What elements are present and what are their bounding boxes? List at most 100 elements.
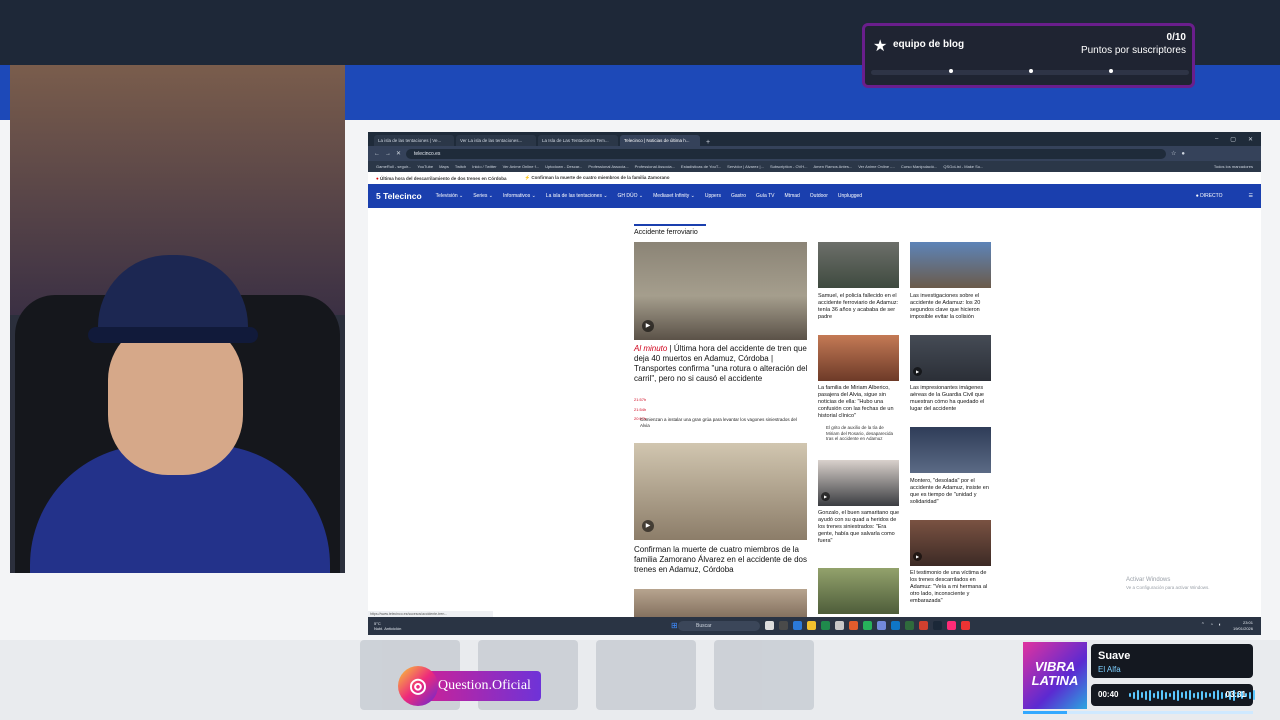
nav-series[interactable]: Series ⌄ <box>473 193 493 199</box>
card-image[interactable] <box>818 335 899 381</box>
telecinco-logo[interactable]: 5 Telecinco <box>376 191 422 201</box>
wave-bar <box>1145 690 1147 700</box>
card-headline[interactable]: Gonzalo, el buen samaritano que ayudó co… <box>818 510 902 545</box>
bookmark-item[interactable]: Inicio / Twitter <box>472 164 496 169</box>
live-update-text[interactable]: Comienzan a instalar una gran grúa para … <box>640 417 805 428</box>
app-icon[interactable] <box>919 621 928 630</box>
browser-tab[interactable]: La isla de las tentaciones | Ve... <box>374 135 454 146</box>
card-image[interactable] <box>910 242 991 288</box>
card-headline[interactable]: El testimonio de una víctima de los tren… <box>910 570 994 605</box>
directo-button[interactable]: ● DIRECTO <box>1196 193 1223 199</box>
main-news-image[interactable]: ▶ <box>634 242 807 340</box>
browser-tab-active[interactable]: Telecinco | Noticias de última h... <box>620 135 700 146</box>
weather-widget[interactable]: 5°C Nubl. Anticiclón <box>374 621 444 631</box>
bookmark-star-icon[interactable]: ☆ <box>1171 150 1176 157</box>
card-image[interactable]: ▶ <box>910 520 991 566</box>
nav-unplugged[interactable]: Unplugged <box>838 193 862 199</box>
bookmark-item[interactable]: YouTube <box>417 164 433 169</box>
card-headline[interactable]: Las investigaciones sobre el accidente d… <box>910 293 994 321</box>
card-image[interactable] <box>818 568 899 614</box>
nav-uppers[interactable]: Uppers <box>705 193 721 199</box>
main-headline[interactable]: Al minuto | Última hora del accidente de… <box>634 344 809 384</box>
nav-television[interactable]: Televisión ⌄ <box>436 193 464 199</box>
app-icon[interactable] <box>765 621 774 630</box>
card-headline[interactable]: Montero, "desolada" por el accidente de … <box>910 478 994 506</box>
play-icon[interactable]: ▶ <box>913 552 922 561</box>
bookmark-item[interactable]: Servidor | Alvarez |... <box>727 164 764 169</box>
second-headline[interactable]: Confirman la muerte de cuatro miembros d… <box>634 545 809 575</box>
play-icon[interactable]: ▶ <box>642 320 654 332</box>
browser-tab[interactable]: Ver La isla de las tentaciones... <box>456 135 536 146</box>
bookmark-item[interactable]: Amen Ramos Antes... <box>814 164 853 169</box>
url-input[interactable]: telecinco.es <box>406 148 1167 159</box>
app-icon[interactable] <box>961 621 970 630</box>
card-image[interactable]: ▶ <box>818 460 899 506</box>
ticker-item[interactable]: ● Última hora del descarrilamiento de do… <box>376 176 507 181</box>
bookmark-item[interactable]: Professional Associa... <box>588 164 628 169</box>
reload-icon[interactable]: ✕ <box>396 150 401 157</box>
nav-mediaset-infinity[interactable]: Mediaset Infinity ⌄ <box>653 193 695 199</box>
card-headline[interactable]: Las impresionantes imágenes aéreas de la… <box>910 385 994 413</box>
bookmark-item[interactable]: Estadísticas de YouT... <box>681 164 721 169</box>
taskbar-search[interactable]: Buscar <box>678 621 760 631</box>
bookmark-item[interactable]: QSGoList - Make Su... <box>943 164 983 169</box>
app-icon[interactable] <box>779 621 788 630</box>
nav-informativos[interactable]: Informativos ⌄ <box>503 193 536 199</box>
card-image[interactable] <box>910 427 991 473</box>
nav-gh-duo[interactable]: GH DÚO ⌄ <box>618 193 644 199</box>
browser-tab[interactable]: La Isla de Las Tentaciones Tem... <box>538 135 618 146</box>
app-icon[interactable] <box>863 621 872 630</box>
bookmark-item[interactable]: Professional Associa... <box>635 164 675 169</box>
card-image[interactable] <box>818 242 899 288</box>
app-icon[interactable] <box>793 621 802 630</box>
section-title[interactable]: Accidente ferroviario <box>634 224 706 236</box>
nav-outdoor[interactable]: Outdoor <box>810 193 828 199</box>
nav-la-isla[interactable]: La isla de las tentaciones ⌄ <box>546 193 608 199</box>
card-headline[interactable]: La familia de Miriam Alberico, pasajera … <box>818 385 902 420</box>
all-bookmarks[interactable]: Todos los marcadores <box>1214 164 1253 169</box>
card-image[interactable]: ▶ <box>910 335 991 381</box>
third-news-image[interactable] <box>634 589 807 619</box>
app-icon[interactable] <box>905 621 914 630</box>
bookmark-item[interactable]: GameRoll - seguir... <box>376 164 411 169</box>
wifi-icon[interactable]: ◔ <box>1210 622 1213 628</box>
play-icon[interactable]: ▶ <box>642 520 654 532</box>
bookmark-item[interactable]: Subscription - OVH... <box>770 164 808 169</box>
forward-icon[interactable]: → <box>385 151 391 157</box>
app-icon[interactable] <box>947 621 956 630</box>
second-news-image[interactable]: ▶ <box>634 443 807 540</box>
volume-icon[interactable]: ◖ <box>1218 622 1221 628</box>
app-icon[interactable] <box>807 621 816 630</box>
profile-icon[interactable]: ● <box>1181 151 1185 157</box>
taskbar-clock[interactable]: 23:01 19/01/2026 <box>1233 620 1253 632</box>
app-icon[interactable] <box>891 621 900 630</box>
windows-start-icon[interactable]: ⊞ <box>671 621 678 630</box>
app-icon[interactable] <box>849 621 858 630</box>
nav-mtmad[interactable]: Mtmad <box>785 193 800 199</box>
app-icon[interactable] <box>835 621 844 630</box>
app-icon[interactable] <box>877 621 886 630</box>
bookmark-item[interactable]: Uptodown - Descar... <box>545 164 582 169</box>
bookmark-item[interactable]: Curso Manipulació... <box>901 164 937 169</box>
app-icon[interactable] <box>821 621 830 630</box>
close-icon[interactable]: ✕ <box>1248 136 1253 143</box>
bookmark-item[interactable]: Twitch <box>455 164 466 169</box>
nav-guia-tv[interactable]: Guía TV <box>756 193 775 199</box>
play-icon[interactable]: ▶ <box>821 492 830 501</box>
card-subheadline[interactable]: El grito de auxilio de la tía de Miriam … <box>826 425 898 442</box>
new-tab-icon[interactable]: + <box>702 139 714 146</box>
wave-bar <box>1253 690 1255 700</box>
menu-icon[interactable]: ☰ <box>1249 193 1253 199</box>
bookmark-item[interactable]: Maps <box>439 164 449 169</box>
bookmark-item[interactable]: Ver Anime Online f... <box>503 164 539 169</box>
app-icon[interactable] <box>933 621 942 630</box>
ticker-item[interactable]: ⚡ Confirman la muerte de cuatro miembros… <box>525 175 670 181</box>
back-icon[interactable]: ← <box>374 151 380 157</box>
card-headline[interactable]: Samuel, el policía fallecido en el accid… <box>818 293 902 321</box>
bookmark-item[interactable]: Ver Anime Online -... <box>858 164 895 169</box>
play-icon[interactable]: ▶ <box>913 367 922 376</box>
maximize-icon[interactable]: ▢ <box>1230 136 1236 143</box>
chevron-up-icon[interactable]: ⌃ <box>1201 622 1205 628</box>
nav-gastro[interactable]: Gastro <box>731 193 746 199</box>
minimize-icon[interactable]: – <box>1215 136 1218 143</box>
